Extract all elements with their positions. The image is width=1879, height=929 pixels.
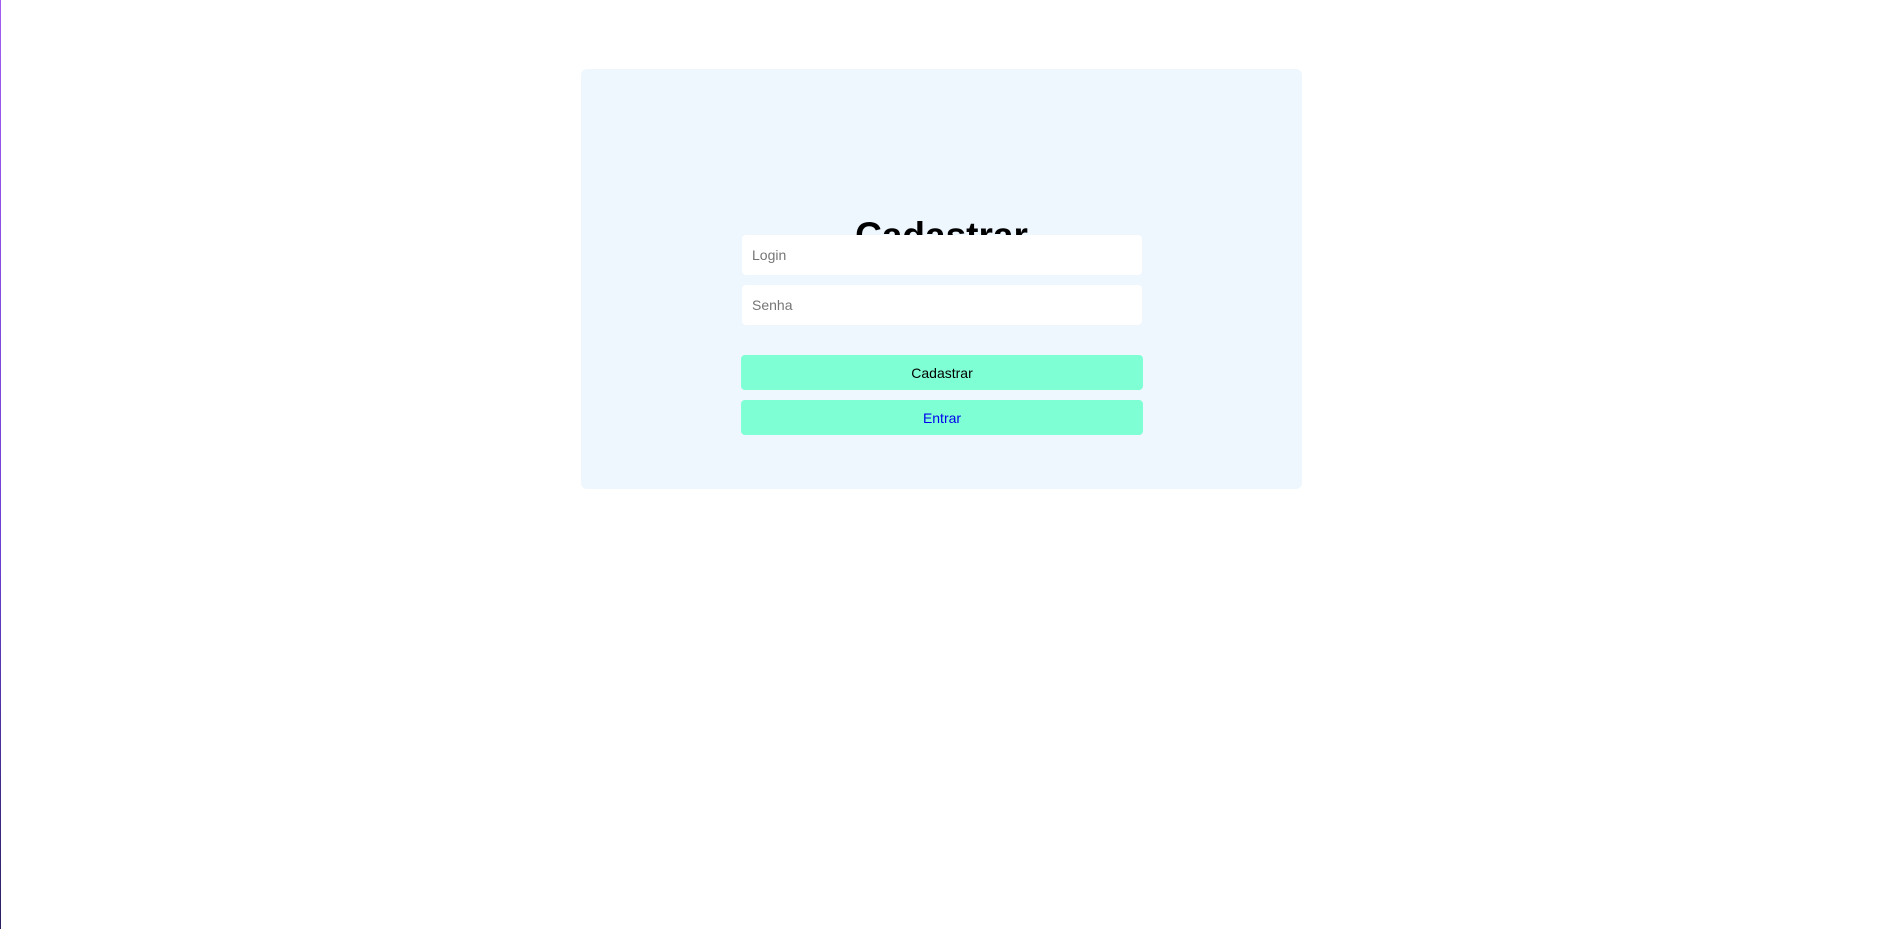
window-left-border xyxy=(0,0,1,929)
login-link-button[interactable]: Entrar xyxy=(741,400,1143,435)
register-button[interactable]: Cadastrar xyxy=(741,355,1143,390)
password-input[interactable] xyxy=(742,285,1142,325)
login-input[interactable] xyxy=(742,235,1142,275)
register-card: Cadastrar Cadastrar Entrar xyxy=(581,69,1302,489)
